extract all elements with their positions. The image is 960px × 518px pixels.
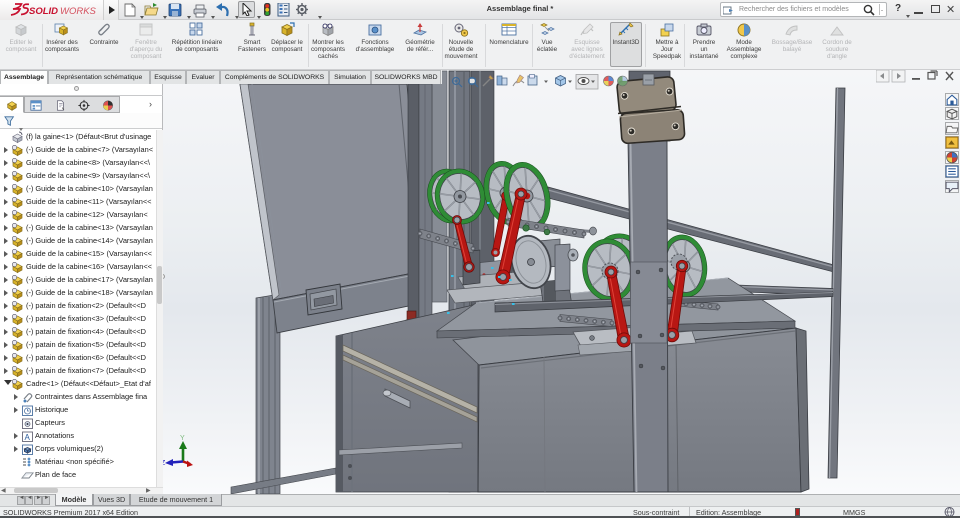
svg-text:A: A — [25, 433, 31, 442]
svg-text:WORKS: WORKS — [60, 6, 97, 17]
svg-text:Y: Y — [180, 435, 185, 442]
svg-text:SOLID: SOLID — [29, 6, 58, 17]
